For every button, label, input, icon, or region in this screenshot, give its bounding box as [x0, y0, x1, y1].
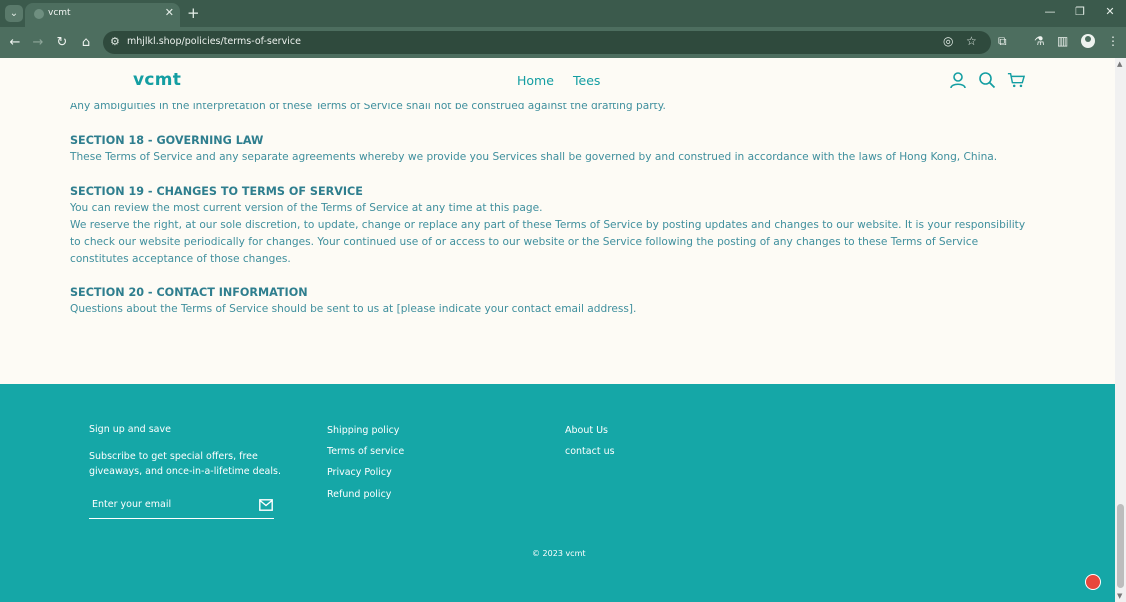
section-19-text-2: We reserve the right, at our sole discre…	[70, 219, 1026, 265]
section-18-text: These Terms of Service and any separate …	[70, 151, 998, 163]
plus-icon[interactable]: +	[187, 4, 200, 22]
nav-link-tees[interactable]: Tees	[573, 73, 600, 88]
tab-title: vcmt	[48, 8, 71, 18]
scroll-down-icon[interactable]: ▼	[1117, 592, 1122, 600]
newsletter-description-line2: giveaways, and once-in-a-lifetime deals.	[89, 466, 281, 477]
sidebar-icon[interactable]: ▥	[1057, 34, 1068, 48]
chat-icon[interactable]	[1085, 574, 1101, 590]
forward-icon[interactable]: →	[29, 34, 47, 52]
reload-icon[interactable]: ↻	[53, 34, 71, 52]
minimize-icon[interactable]: —	[1040, 5, 1060, 18]
profile-icon[interactable]	[1081, 34, 1095, 48]
scroll-thumb[interactable]	[1117, 504, 1124, 588]
back-icon[interactable]: ←	[6, 34, 24, 52]
site-header: vcmt Home Tees	[0, 58, 1115, 103]
browser-toolbar: ← → ↻ ⌂ ⚙ mhjlkl.shop/policies/terms-of-…	[0, 27, 1126, 58]
site-logo[interactable]: vcmt	[133, 70, 181, 90]
restore-icon[interactable]: ❐	[1070, 5, 1090, 18]
newsletter-heading: Sign up and save	[89, 424, 171, 435]
more-icon[interactable]: ⋮	[1107, 34, 1119, 48]
address-bar[interactable]: ⚙ mhjlkl.shop/policies/terms-of-service …	[103, 31, 991, 54]
close-icon[interactable]: ✕	[165, 6, 174, 19]
star-icon[interactable]: ☆	[966, 34, 977, 48]
eye-off-icon[interactable]: ◎	[943, 34, 953, 48]
page-viewport: Any ambiguities in the interpretation of…	[0, 58, 1126, 602]
footer-link-privacy-policy[interactable]: Privacy Policy	[327, 467, 392, 478]
copyright-text: © 2023 vcmt	[532, 549, 586, 558]
section-20-heading: SECTION 20 - CONTACT INFORMATION	[70, 286, 308, 299]
extensions-icon[interactable]: ⧉	[998, 34, 1007, 49]
nav-link-home[interactable]: Home	[517, 73, 554, 88]
footer-link-about-us[interactable]: About Us	[565, 425, 608, 436]
browser-tab[interactable]: vcmt ✕	[25, 3, 180, 27]
footer-link-terms-of-service[interactable]: Terms of service	[327, 446, 404, 457]
browser-tab-bar: ⌄ vcmt ✕ + — ❐ ✕	[0, 0, 1126, 27]
close-window-icon[interactable]: ✕	[1100, 5, 1120, 18]
email-placeholder[interactable]: Enter your email	[92, 499, 171, 510]
tab-list-icon[interactable]: ⌄	[5, 5, 23, 22]
favicon-icon	[34, 9, 44, 19]
site-info-icon[interactable]: ⚙	[110, 35, 120, 48]
home-icon[interactable]: ⌂	[77, 34, 95, 52]
search-icon[interactable]	[978, 71, 996, 89]
site-footer: Sign up and save Subscribe to get specia…	[0, 384, 1115, 602]
footer-link-contact-us[interactable]: contact us	[565, 446, 615, 457]
account-icon[interactable]	[949, 71, 967, 89]
footer-link-shipping-policy[interactable]: Shipping policy	[327, 425, 399, 436]
page-scrollbar[interactable]: ▲ ▼	[1115, 58, 1126, 602]
scroll-up-icon[interactable]: ▲	[1117, 60, 1122, 68]
newsletter-description-line1: Subscribe to get special offers, free	[89, 451, 258, 462]
labs-icon[interactable]: ⚗	[1034, 34, 1045, 48]
section-20-text: Questions about the Terms of Service sho…	[70, 303, 637, 315]
section-18-heading: SECTION 18 - GOVERNING LAW	[70, 134, 264, 147]
email-field[interactable]: Enter your email	[89, 493, 274, 519]
url-text[interactable]: mhjlkl.shop/policies/terms-of-service	[127, 36, 301, 47]
cart-icon[interactable]	[1007, 71, 1025, 89]
section-19-text-1: You can review the most current version …	[70, 202, 543, 214]
section-19-heading: SECTION 19 - CHANGES TO TERMS OF SERVICE	[70, 185, 363, 198]
mail-icon[interactable]	[259, 499, 273, 511]
footer-link-refund-policy[interactable]: Refund policy	[327, 489, 391, 500]
